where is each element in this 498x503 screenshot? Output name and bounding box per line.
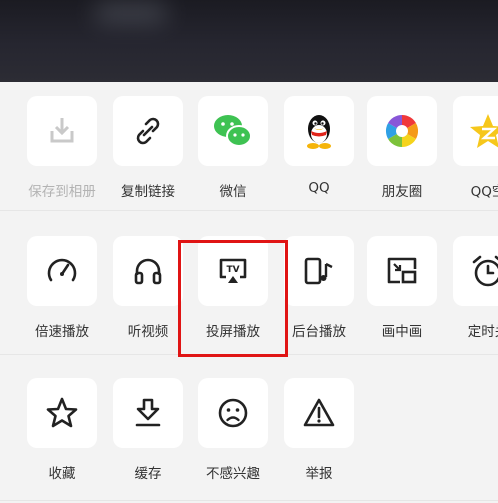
alarm-clock-icon	[469, 252, 498, 290]
sleep-timer-button[interactable]: 定时关	[453, 236, 498, 346]
favorite-label: 收藏	[48, 466, 76, 482]
favorite-button[interactable]: 收藏	[27, 378, 111, 488]
divider	[0, 354, 498, 355]
share-sheet: 保存到相册 复制链接 微信 QQ 朋友圈 QQ 倍速播放 听视频 TV 投屏播放…	[0, 82, 498, 503]
qq-button[interactable]: QQ	[284, 96, 368, 206]
report-label: 举报	[305, 466, 333, 482]
tv-cast-icon: TV	[215, 253, 251, 289]
screen-cast-label: 投屏播放	[206, 324, 260, 340]
picture-in-picture-label: 画中画	[381, 324, 423, 340]
qq-penguin-icon	[302, 111, 336, 151]
screen-cast-button[interactable]: TV 投屏播放	[198, 236, 282, 346]
playback-speed-label: 倍速播放	[35, 324, 89, 340]
share-row: 保存到相册 复制链接 微信 QQ 朋友圈 QQ	[0, 82, 498, 202]
moments-icon	[383, 112, 421, 150]
warning-triangle-icon	[301, 395, 337, 431]
sleep-timer-label: 定时关	[467, 324, 498, 340]
report-button[interactable]: 举报	[284, 378, 368, 488]
download-icon	[130, 395, 166, 431]
copy-link-label: 复制链接	[121, 184, 175, 200]
qzone-button[interactable]: QQ空	[453, 96, 498, 206]
background-play-icon	[301, 253, 337, 289]
divider	[0, 210, 498, 211]
function-row: 倍速播放 听视频 TV 投屏播放 后台播放 画中画 定时	[0, 222, 498, 342]
cache-label: 缓存	[134, 466, 162, 482]
qzone-star-icon	[468, 112, 498, 150]
wechat-label: 微信	[219, 184, 247, 200]
background-play-label: 后台播放	[292, 324, 346, 340]
qzone-label: QQ空	[470, 184, 498, 200]
not-interested-button[interactable]: 不感兴趣	[198, 378, 282, 488]
cache-button[interactable]: 缓存	[113, 378, 197, 488]
wechat-icon	[212, 112, 254, 150]
wechat-button[interactable]: 微信	[198, 96, 282, 206]
moments-label: 朋友圈	[381, 184, 423, 200]
background-play-button[interactable]: 后台播放	[284, 236, 368, 346]
save-to-album-label: 保存到相册	[28, 184, 96, 200]
video-backdrop	[0, 0, 498, 82]
qq-label: QQ	[308, 180, 330, 196]
svg-text:TV: TV	[226, 265, 239, 275]
sad-face-icon	[215, 395, 251, 431]
picture-in-picture-button[interactable]: 画中画	[367, 236, 451, 346]
listen-video-button[interactable]: 听视频	[113, 236, 197, 346]
moments-button[interactable]: 朋友圈	[367, 96, 451, 206]
picture-in-picture-icon	[384, 253, 420, 289]
headphones-icon	[130, 253, 166, 289]
speedometer-icon	[44, 253, 80, 289]
listen-video-label: 听视频	[127, 324, 169, 340]
playback-speed-button[interactable]: 倍速播放	[27, 236, 111, 346]
action-row: 收藏 缓存 不感兴趣 举报	[0, 364, 498, 484]
not-interested-label: 不感兴趣	[206, 466, 260, 482]
link-icon	[130, 113, 166, 149]
save-to-album-button[interactable]: 保存到相册	[27, 96, 111, 206]
star-outline-icon	[44, 395, 80, 431]
copy-link-button[interactable]: 复制链接	[113, 96, 197, 206]
divider	[0, 500, 498, 501]
save-to-album-icon	[44, 113, 80, 149]
